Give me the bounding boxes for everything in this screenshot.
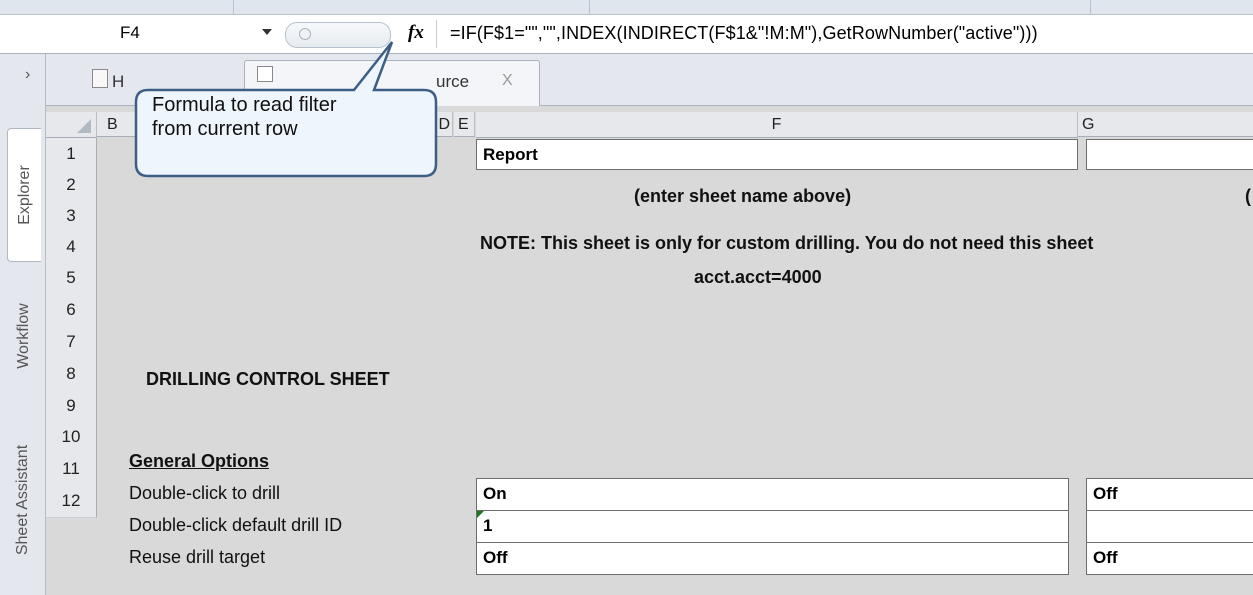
cell-f1[interactable]: Report (476, 139, 1078, 170)
row-header-11[interactable]: 11 (46, 453, 97, 486)
formula-input[interactable]: =IF(F$1="","",INDEX(INDIRECT(F$1&"!M:M")… (450, 23, 1038, 44)
cell-g12[interactable]: Off (1086, 542, 1253, 575)
name-box[interactable]: F4 (0, 15, 250, 53)
insert-function-icon[interactable]: fx (408, 22, 424, 44)
tab-sheet-assistant[interactable]: Sheet Assistant (7, 410, 40, 590)
cell-b11[interactable]: Double-click default drill ID (129, 515, 342, 536)
callout-line-2: from current row (152, 118, 298, 140)
name-box-value: F4 (120, 23, 140, 42)
row-header-10[interactable]: 10 (46, 421, 97, 454)
row-header-12[interactable]: 12 (46, 485, 97, 518)
document-tab-1-label: H (112, 72, 125, 91)
tab-workflow[interactable]: Workflow (7, 278, 40, 393)
row-header-3[interactable]: 3 (46, 200, 97, 232)
row-header-4[interactable]: 4 (46, 231, 97, 263)
cell-b7[interactable]: DRILLING CONTROL SHEET (146, 369, 390, 390)
row-header-6[interactable]: 6 (46, 294, 97, 327)
cell-b10[interactable]: Double-click to drill (129, 483, 280, 504)
workbook-icon (92, 69, 108, 88)
row-header-8[interactable]: 8 (46, 358, 97, 391)
tab-explorer[interactable]: Explorer (7, 128, 41, 262)
cell-g2[interactable]: ( (1245, 186, 1251, 207)
ribbon-edge (0, 0, 1253, 15)
callout-line-1: Formula to read filter (152, 94, 337, 116)
tab-workflow-label: Workflow (14, 302, 32, 369)
name-box-dropdown-icon[interactable] (262, 29, 272, 35)
formula-bar-divider (436, 20, 437, 48)
cell-f11[interactable]: 1 (476, 510, 1069, 543)
row-header-2[interactable]: 2 (46, 169, 97, 201)
tab-explorer-label: Explorer (15, 165, 33, 225)
row-header-5[interactable]: 5 (46, 262, 97, 295)
cell-g11[interactable] (1086, 510, 1253, 543)
column-header-e[interactable]: E (454, 112, 475, 137)
row-header-1[interactable]: 1 (46, 138, 97, 170)
cell-f10[interactable]: On (476, 478, 1069, 511)
cell-b9[interactable]: General Options (129, 451, 269, 472)
cell-f3[interactable]: NOTE: This sheet is only for custom dril… (480, 233, 1093, 254)
cell-f12[interactable]: Off (476, 542, 1069, 575)
cell-f2[interactable]: (enter sheet name above) (634, 186, 851, 207)
comment-indicator-icon (477, 511, 484, 518)
chevron-right-icon[interactable]: › (25, 66, 30, 84)
column-header-g[interactable]: G (1078, 112, 1253, 137)
cell-b12[interactable]: Reuse drill target (129, 547, 265, 568)
cell-g1[interactable] (1086, 139, 1253, 170)
close-tab-icon[interactable]: X (502, 72, 513, 90)
cell-g10[interactable]: Off (1086, 478, 1253, 511)
column-header-f[interactable]: F (476, 112, 1078, 138)
cell-f4[interactable]: acct.acct=4000 (694, 267, 822, 288)
formula-bar: F4 fx =IF(F$1="","",INDEX(INDIRECT(F$1&"… (0, 15, 1253, 54)
cancel-icon[interactable] (299, 28, 311, 40)
select-all-icon (77, 119, 91, 133)
callout-text: Formula to read filter from current row (152, 93, 337, 141)
tab-sheet-assistant-label: Sheet Assistant (14, 444, 32, 556)
row-header-7[interactable]: 7 (46, 326, 97, 359)
row-header-9[interactable]: 9 (46, 390, 97, 422)
